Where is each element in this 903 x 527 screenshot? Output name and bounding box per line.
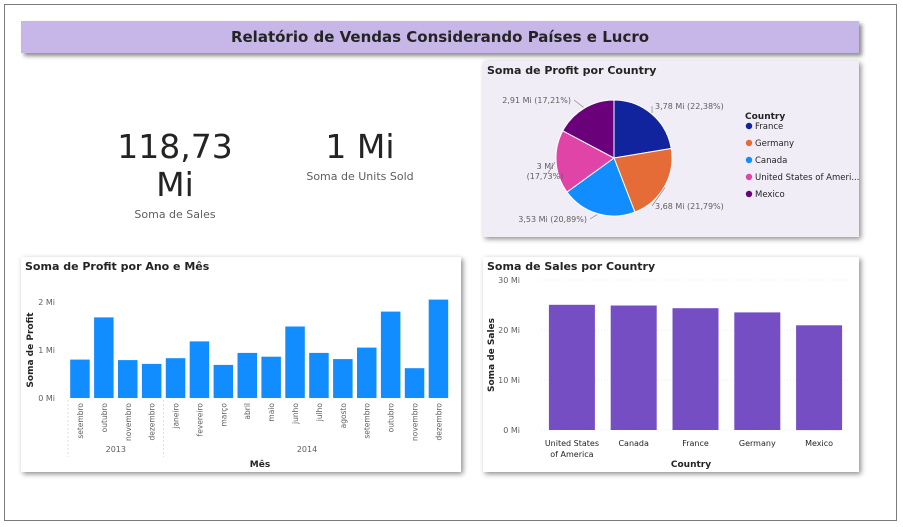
- x-tick-label: novembro: [124, 403, 133, 441]
- x-tick-label: Canada: [618, 439, 649, 448]
- x-group-label: 2013: [106, 445, 126, 454]
- profit-month-chart: 0 Mi 1 Mi 2 MiSoma de Profit setembro outubr…: [26, 298, 449, 470]
- report-title-bar: Relatório de Vendas Considerando Países …: [21, 21, 859, 53]
- x-axis-title: Mês: [250, 459, 270, 470]
- x-tick-label: março: [219, 403, 228, 427]
- x-tick-label: agosto: [339, 403, 348, 429]
- x-tick-label: junho: [291, 403, 300, 425]
- y-axis-title: Soma de Profit: [26, 312, 36, 388]
- bar: [165, 358, 186, 398]
- bar: [94, 317, 114, 398]
- x-tick-label: setembro: [76, 403, 85, 439]
- sales-card-label: Soma de Sales: [134, 208, 216, 221]
- x-tick-label: julho: [315, 403, 324, 423]
- x-tick-label: outubro: [387, 403, 396, 433]
- pie-legend-label: United States of Ameri...: [755, 173, 859, 183]
- profit-month-panel[interactable]: Soma de Profit por Ano e Mês 0 Mi 1 Mi 2 M…: [21, 257, 461, 472]
- bar: [357, 347, 377, 398]
- pie-legend-title: Country: [745, 112, 785, 122]
- x-tick-label: dezembro: [148, 403, 157, 441]
- bar: [796, 325, 843, 431]
- x-tick-label: of America: [550, 450, 593, 459]
- sales-card-value: 118,73 Mi: [117, 127, 233, 204]
- pie-chart-panel[interactable]: Soma de Profit por Country 3,78 Mi (22,3…: [483, 61, 859, 237]
- pie-legend-marker: [745, 173, 753, 181]
- y-tick-label: 30 Mi: [498, 276, 520, 285]
- x-tick-label: fevereiro: [195, 403, 204, 437]
- pie-legend-label: Mexico: [755, 190, 785, 200]
- pie-data-label: 3 Mi: [537, 162, 554, 171]
- y-tick-label: 0 Mi: [38, 394, 55, 403]
- bar: [428, 299, 449, 398]
- x-tick-label: setembro: [363, 403, 372, 439]
- bar: [610, 305, 657, 430]
- units-card-label: Soma de Units Sold: [306, 170, 414, 183]
- x-tick-label: abril: [243, 403, 252, 420]
- pie-legend-label: France: [755, 122, 783, 132]
- bar: [672, 308, 719, 430]
- sales-card[interactable]: 118,73 Mi Soma de Sales: [95, 127, 255, 222]
- pie-data-label: 3,68 Mi (21,79%): [655, 202, 724, 211]
- bar: [309, 352, 329, 398]
- x-tick-label: dezembro: [434, 403, 443, 441]
- pie-legend-marker: [745, 122, 753, 130]
- units-card-value: 1 Mi: [325, 127, 395, 166]
- x-tick-label: Germany: [739, 439, 776, 448]
- bar: [118, 360, 138, 398]
- x-axis-title: Country: [671, 460, 711, 470]
- pie-legend-marker: [745, 139, 753, 147]
- pie-legend-marker: [745, 156, 753, 164]
- x-tick-label: outubro: [100, 403, 109, 433]
- x-tick-label: novembro: [411, 403, 420, 441]
- pie-chart: 3,78 Mi (22,38%) 3,68 Mi (21,79%) 3,53 Mi …: [502, 96, 859, 224]
- pie-leader-line: [573, 99, 584, 108]
- units-card[interactable]: 1 Mi Soma de Units Sold: [290, 127, 430, 184]
- x-tick-label: Mexico: [805, 439, 833, 448]
- bar: [734, 312, 781, 430]
- bar: [404, 368, 425, 398]
- x-tick-label: janeiro: [172, 403, 181, 430]
- pie-data-label: 2,91 Mi (17,21%): [502, 96, 571, 105]
- bar: [189, 341, 210, 398]
- y-tick-label: 1 Mi: [38, 346, 55, 355]
- bar: [548, 304, 595, 430]
- x-tick-label: maio: [267, 403, 276, 422]
- bar: [70, 359, 90, 398]
- report-title: Relatório de Vendas Considerando Países …: [230, 28, 650, 46]
- pie-data-label: (17,73%): [527, 172, 564, 181]
- sales-country-panel[interactable]: Soma de Sales por Country 0 Mi 10 Mi 20 Mi…: [483, 257, 859, 472]
- pie-data-label: 3,78 Mi (22,38%): [655, 102, 724, 111]
- bar: [333, 359, 353, 398]
- pie-legend-marker: [745, 190, 753, 198]
- pie-legend-label: Germany: [755, 139, 794, 149]
- y-tick-label: 2 Mi: [38, 298, 55, 307]
- bar: [237, 352, 257, 398]
- pie-data-label: 3,53 Mi (20,89%): [518, 215, 587, 224]
- y-axis-title: Soma de Sales: [487, 318, 497, 392]
- bar: [213, 364, 234, 398]
- bar: [261, 356, 281, 398]
- bar: [380, 311, 401, 398]
- y-tick-label: 20 Mi: [498, 326, 520, 335]
- x-group-label: 2014: [297, 445, 317, 454]
- y-tick-label: 10 Mi: [498, 376, 520, 385]
- bar: [285, 326, 305, 398]
- y-tick-label: 0 Mi: [503, 426, 520, 435]
- pie-legend-label: Canada: [755, 156, 787, 166]
- bar: [141, 363, 162, 398]
- pie-leader-line: [589, 214, 598, 220]
- x-tick-label: France: [682, 439, 709, 448]
- sales-country-chart: 0 Mi 10 Mi 20 Mi 30 Mi Soma de Sales United S…: [487, 276, 850, 470]
- x-tick-label: United States: [545, 439, 599, 448]
